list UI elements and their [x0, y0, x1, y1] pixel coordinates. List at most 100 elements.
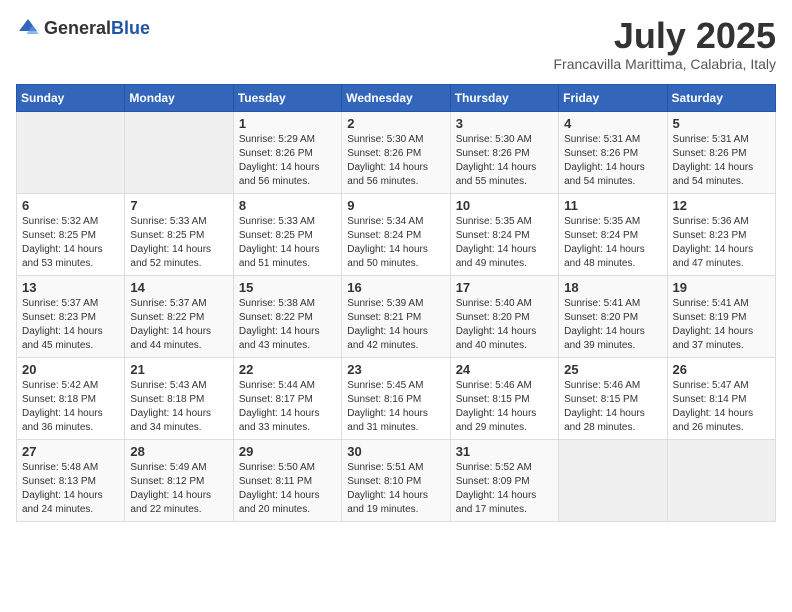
day-info: Sunrise: 5:41 AM Sunset: 8:19 PM Dayligh… [673, 297, 770, 353]
calendar-cell: 6 Sunrise: 5:32 AM Sunset: 8:25 PM Daylig… [17, 193, 125, 275]
calendar-cell: 21 Sunrise: 5:43 AM Sunset: 8:18 PM Dayli… [125, 357, 233, 439]
day-number: 9 [347, 198, 444, 213]
col-thursday: Thursday [450, 84, 558, 111]
day-info: Sunrise: 5:33 AM Sunset: 8:25 PM Dayligh… [130, 215, 227, 271]
calendar-cell: 16 Sunrise: 5:39 AM Sunset: 8:21 PM Dayli… [342, 275, 450, 357]
day-info: Sunrise: 5:46 AM Sunset: 8:15 PM Dayligh… [564, 379, 661, 435]
day-number: 18 [564, 280, 661, 295]
day-info: Sunrise: 5:46 AM Sunset: 8:15 PM Dayligh… [456, 379, 553, 435]
day-number: 25 [564, 362, 661, 377]
day-number: 12 [673, 198, 770, 213]
page-header: GeneralBlue July 2025 Francavilla Maritt… [16, 16, 776, 72]
day-number: 31 [456, 444, 553, 459]
day-info: Sunrise: 5:38 AM Sunset: 8:22 PM Dayligh… [239, 297, 336, 353]
day-number: 10 [456, 198, 553, 213]
col-monday: Monday [125, 84, 233, 111]
day-info: Sunrise: 5:40 AM Sunset: 8:20 PM Dayligh… [456, 297, 553, 353]
calendar-cell [667, 439, 775, 521]
day-info: Sunrise: 5:31 AM Sunset: 8:26 PM Dayligh… [673, 133, 770, 189]
col-friday: Friday [559, 84, 667, 111]
day-number: 20 [22, 362, 119, 377]
day-info: Sunrise: 5:39 AM Sunset: 8:21 PM Dayligh… [347, 297, 444, 353]
calendar-cell: 25 Sunrise: 5:46 AM Sunset: 8:15 PM Dayli… [559, 357, 667, 439]
calendar-table: Sunday Monday Tuesday Wednesday Thursday… [16, 84, 776, 522]
day-info: Sunrise: 5:31 AM Sunset: 8:26 PM Dayligh… [564, 133, 661, 189]
title-block: July 2025 Francavilla Marittima, Calabri… [553, 16, 776, 72]
day-info: Sunrise: 5:45 AM Sunset: 8:16 PM Dayligh… [347, 379, 444, 435]
day-number: 28 [130, 444, 227, 459]
day-number: 5 [673, 116, 770, 131]
day-info: Sunrise: 5:36 AM Sunset: 8:23 PM Dayligh… [673, 215, 770, 271]
day-info: Sunrise: 5:51 AM Sunset: 8:10 PM Dayligh… [347, 461, 444, 517]
col-saturday: Saturday [667, 84, 775, 111]
day-info: Sunrise: 5:37 AM Sunset: 8:23 PM Dayligh… [22, 297, 119, 353]
day-number: 1 [239, 116, 336, 131]
calendar-cell: 4 Sunrise: 5:31 AM Sunset: 8:26 PM Daylig… [559, 111, 667, 193]
day-info: Sunrise: 5:49 AM Sunset: 8:12 PM Dayligh… [130, 461, 227, 517]
day-info: Sunrise: 5:30 AM Sunset: 8:26 PM Dayligh… [347, 133, 444, 189]
calendar-cell: 17 Sunrise: 5:40 AM Sunset: 8:20 PM Dayli… [450, 275, 558, 357]
day-info: Sunrise: 5:42 AM Sunset: 8:18 PM Dayligh… [22, 379, 119, 435]
day-number: 23 [347, 362, 444, 377]
calendar-header: Sunday Monday Tuesday Wednesday Thursday… [17, 84, 776, 111]
day-number: 16 [347, 280, 444, 295]
calendar-cell: 1Sunrise: 5:29 AM Sunset: 8:26 PM Daylig… [233, 111, 341, 193]
day-info: Sunrise: 5:35 AM Sunset: 8:24 PM Dayligh… [564, 215, 661, 271]
calendar-cell: 12 Sunrise: 5:36 AM Sunset: 8:23 PM Dayli… [667, 193, 775, 275]
calendar-cell: 29Sunrise: 5:50 AM Sunset: 8:11 PM Dayli… [233, 439, 341, 521]
day-info: Sunrise: 5:43 AM Sunset: 8:18 PM Dayligh… [130, 379, 227, 435]
calendar-cell: 3Sunrise: 5:30 AM Sunset: 8:26 PM Daylig… [450, 111, 558, 193]
location-subtitle: Francavilla Marittima, Calabria, Italy [553, 56, 776, 72]
col-tuesday: Tuesday [233, 84, 341, 111]
calendar-week-4: 20 Sunrise: 5:42 AM Sunset: 8:18 PM Dayli… [17, 357, 776, 439]
day-number: 4 [564, 116, 661, 131]
day-info: Sunrise: 5:52 AM Sunset: 8:09 PM Dayligh… [456, 461, 553, 517]
day-number: 13 [22, 280, 119, 295]
day-number: 22 [239, 362, 336, 377]
day-info: Sunrise: 5:48 AM Sunset: 8:13 PM Dayligh… [22, 461, 119, 517]
day-number: 30 [347, 444, 444, 459]
day-number: 27 [22, 444, 119, 459]
day-number: 2 [347, 116, 444, 131]
day-number: 24 [456, 362, 553, 377]
calendar-cell: 23 Sunrise: 5:45 AM Sunset: 8:16 PM Dayli… [342, 357, 450, 439]
calendar-cell: 10 Sunrise: 5:35 AM Sunset: 8:24 PM Dayli… [450, 193, 558, 275]
calendar-cell: 11 Sunrise: 5:35 AM Sunset: 8:24 PM Dayli… [559, 193, 667, 275]
header-row: Sunday Monday Tuesday Wednesday Thursday… [17, 84, 776, 111]
logo-icon [16, 16, 40, 40]
day-info: Sunrise: 5:37 AM Sunset: 8:22 PM Dayligh… [130, 297, 227, 353]
logo-blue: Blue [111, 18, 150, 38]
calendar-cell: 14 Sunrise: 5:37 AM Sunset: 8:22 PM Dayli… [125, 275, 233, 357]
day-number: 21 [130, 362, 227, 377]
day-number: 11 [564, 198, 661, 213]
day-info: Sunrise: 5:32 AM Sunset: 8:25 PM Dayligh… [22, 215, 119, 271]
calendar-cell: 15 Sunrise: 5:38 AM Sunset: 8:22 PM Dayli… [233, 275, 341, 357]
day-info: Sunrise: 5:35 AM Sunset: 8:24 PM Dayligh… [456, 215, 553, 271]
day-info: Sunrise: 5:33 AM Sunset: 8:25 PM Dayligh… [239, 215, 336, 271]
calendar-cell [559, 439, 667, 521]
logo: GeneralBlue [16, 16, 150, 40]
calendar-cell: 18Sunrise: 5:41 AM Sunset: 8:20 PM Dayli… [559, 275, 667, 357]
calendar-week-2: 6 Sunrise: 5:32 AM Sunset: 8:25 PM Daylig… [17, 193, 776, 275]
day-number: 19 [673, 280, 770, 295]
day-number: 6 [22, 198, 119, 213]
calendar-cell: 19 Sunrise: 5:41 AM Sunset: 8:19 PM Dayli… [667, 275, 775, 357]
day-number: 15 [239, 280, 336, 295]
calendar-cell: 31 Sunrise: 5:52 AM Sunset: 8:09 PM Dayli… [450, 439, 558, 521]
day-info: Sunrise: 5:34 AM Sunset: 8:24 PM Dayligh… [347, 215, 444, 271]
calendar-body: 1Sunrise: 5:29 AM Sunset: 8:26 PM Daylig… [17, 111, 776, 521]
calendar-week-5: 27 Sunrise: 5:48 AM Sunset: 8:13 PM Dayli… [17, 439, 776, 521]
day-info: Sunrise: 5:44 AM Sunset: 8:17 PM Dayligh… [239, 379, 336, 435]
col-sunday: Sunday [17, 84, 125, 111]
calendar-cell [125, 111, 233, 193]
calendar-week-1: 1Sunrise: 5:29 AM Sunset: 8:26 PM Daylig… [17, 111, 776, 193]
day-number: 14 [130, 280, 227, 295]
day-info: Sunrise: 5:47 AM Sunset: 8:14 PM Dayligh… [673, 379, 770, 435]
day-number: 26 [673, 362, 770, 377]
calendar-cell: 2 Sunrise: 5:30 AM Sunset: 8:26 PM Daylig… [342, 111, 450, 193]
calendar-week-3: 13 Sunrise: 5:37 AM Sunset: 8:23 PM Dayli… [17, 275, 776, 357]
calendar-cell: 30 Sunrise: 5:51 AM Sunset: 8:10 PM Dayli… [342, 439, 450, 521]
day-number: 17 [456, 280, 553, 295]
calendar-cell: 20 Sunrise: 5:42 AM Sunset: 8:18 PM Dayli… [17, 357, 125, 439]
calendar-cell: 7Sunrise: 5:33 AM Sunset: 8:25 PM Daylig… [125, 193, 233, 275]
